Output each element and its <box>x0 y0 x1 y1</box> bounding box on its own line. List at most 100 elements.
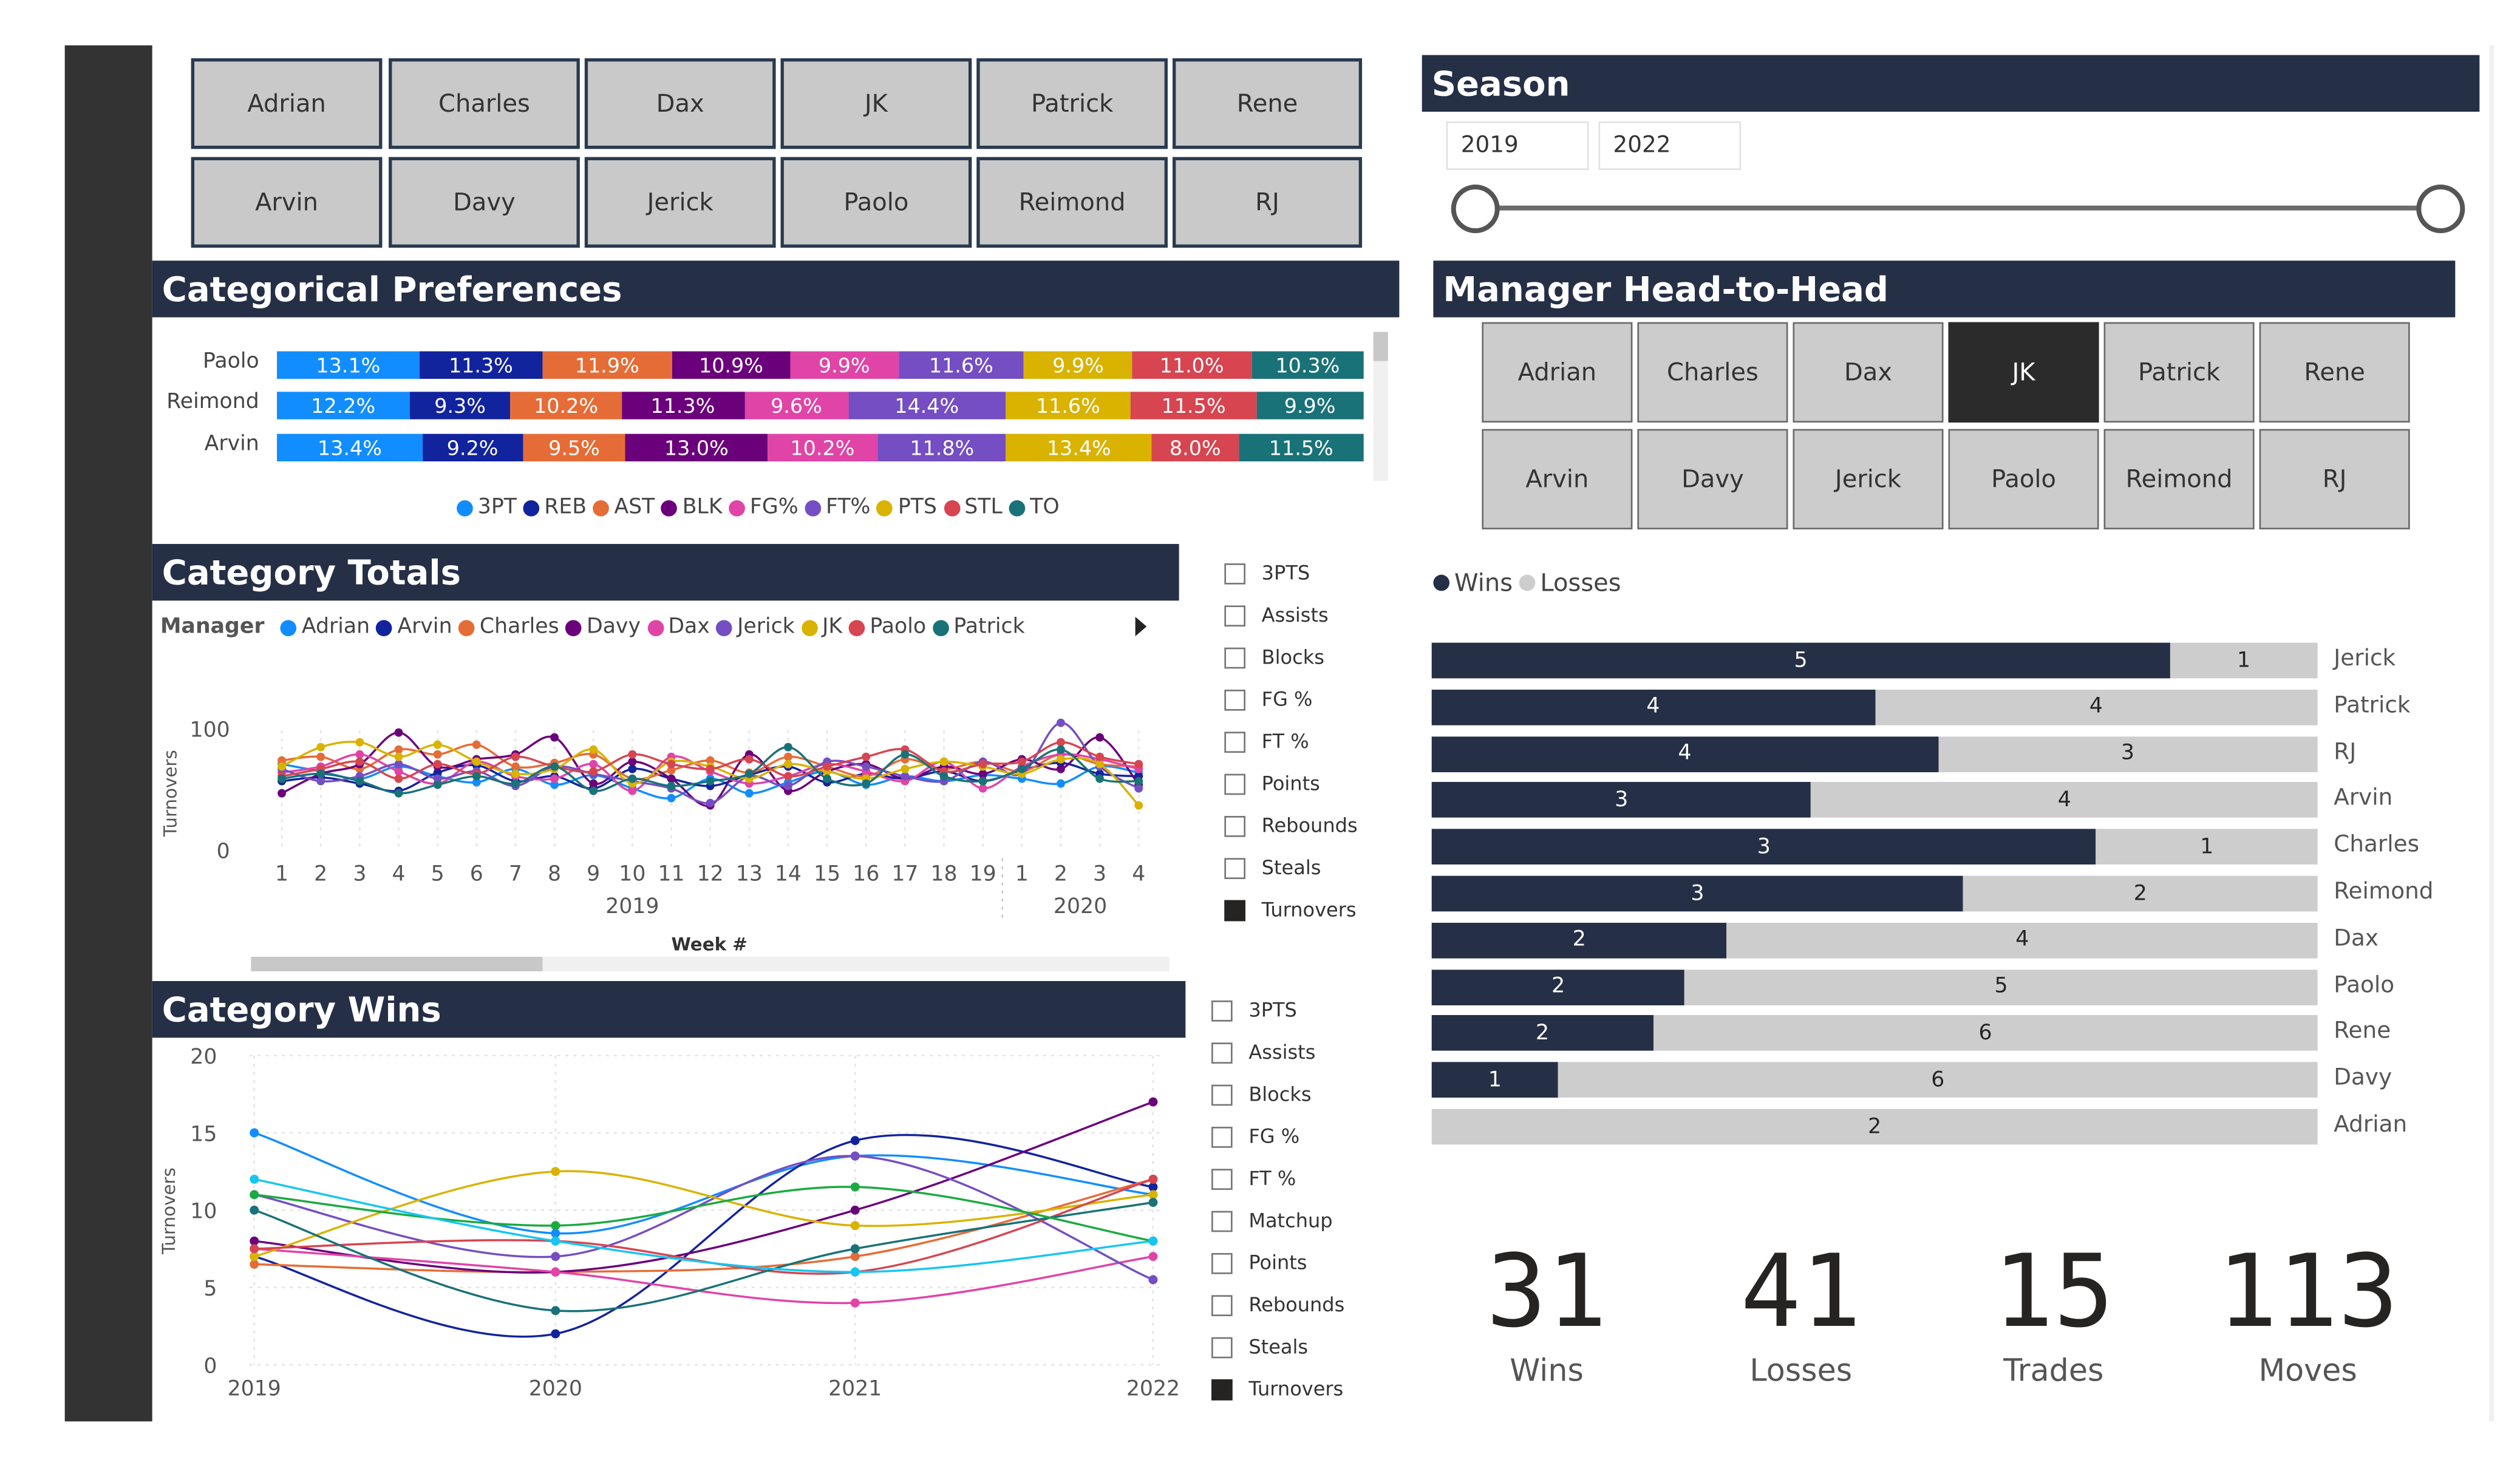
filter-turnovers[interactable]: Turnovers <box>1224 898 1357 921</box>
wins-segment[interactable]: 4 <box>1431 736 1938 772</box>
h2h-button-rene[interactable]: Rene <box>2259 322 2410 423</box>
pref-legend-item[interactable]: FG% <box>729 495 799 520</box>
pref-segment-3pt[interactable]: 13.1% <box>277 351 420 379</box>
filter-fg-[interactable]: FG % <box>1224 688 1312 711</box>
h2h-button-patrick[interactable]: Patrick <box>2103 322 2255 423</box>
checkbox[interactable] <box>1211 1126 1233 1147</box>
data-point[interactable] <box>394 789 403 798</box>
data-point[interactable] <box>316 776 325 786</box>
checkbox[interactable] <box>1211 1210 1233 1232</box>
data-point[interactable] <box>250 1252 259 1262</box>
data-point[interactable] <box>850 1151 860 1161</box>
manager-button-rj[interactable]: RJ <box>1172 157 1363 248</box>
wins-segment[interactable]: 3 <box>1431 783 1811 818</box>
data-point[interactable] <box>628 774 637 783</box>
manager-legend-davy[interactable]: Davy <box>565 615 641 639</box>
data-point[interactable] <box>706 776 715 786</box>
series-line[interactable] <box>254 1248 1154 1305</box>
data-point[interactable] <box>901 772 910 781</box>
manager-button-reimond[interactable]: Reimond <box>976 157 1168 248</box>
season-start-input[interactable]: 2019 <box>1446 121 1589 171</box>
pref-segment-to[interactable]: 9.9% <box>1256 392 1364 419</box>
checkbox[interactable] <box>1211 1168 1233 1189</box>
preferences-scrollbar[interactable] <box>1373 331 1388 481</box>
manager-button-adrian[interactable]: Adrian <box>191 58 383 149</box>
data-point[interactable] <box>628 764 637 773</box>
data-point[interactable] <box>978 776 987 786</box>
data-point[interactable] <box>433 780 442 789</box>
filter-rebounds[interactable]: Rebounds <box>1224 814 1358 837</box>
manager-legend-jk[interactable]: JK <box>801 615 842 639</box>
pref-segment-blk[interactable]: 13.0% <box>625 433 768 462</box>
pref-legend-item[interactable]: FT% <box>805 495 870 520</box>
data-point[interactable] <box>939 757 948 766</box>
data-point[interactable] <box>784 781 792 790</box>
pref-segment-reb[interactable]: 9.3% <box>409 392 511 419</box>
data-point[interactable] <box>850 1136 860 1146</box>
data-point[interactable] <box>550 774 559 783</box>
manager-button-jerick[interactable]: Jerick <box>584 157 776 248</box>
data-point[interactable] <box>1057 718 1065 727</box>
checkbox[interactable] <box>1224 605 1245 626</box>
filter-rebounds[interactable]: Rebounds <box>1211 1294 1344 1316</box>
preferences-scroll-thumb[interactable] <box>1373 331 1388 361</box>
manager-legend-jerick[interactable]: Jerick <box>716 615 795 639</box>
h2h-button-jerick[interactable]: Jerick <box>1793 429 1944 530</box>
data-point[interactable] <box>628 786 637 795</box>
data-point[interactable] <box>667 781 676 790</box>
pref-legend-item[interactable]: AST <box>593 495 655 520</box>
h2h-bar-patrick[interactable]: 44 <box>1431 689 2318 725</box>
pref-segment-reb[interactable]: 11.3% <box>419 351 543 379</box>
data-point[interactable] <box>472 772 481 781</box>
data-point[interactable] <box>355 776 364 786</box>
data-point[interactable] <box>850 1221 860 1231</box>
losses-segment[interactable]: 3 <box>1938 736 2318 772</box>
data-point[interactable] <box>850 1298 860 1308</box>
data-point[interactable] <box>850 1267 860 1277</box>
wins-segment[interactable]: 2 <box>1431 969 1685 1005</box>
losses-segment[interactable]: 5 <box>1684 969 2318 1005</box>
data-point[interactable] <box>551 1252 560 1262</box>
wins-segment[interactable]: 2 <box>1431 922 1728 959</box>
filter-steals[interactable]: Steals <box>1224 857 1321 879</box>
checkbox[interactable] <box>1211 999 1233 1021</box>
data-point[interactable] <box>550 762 559 771</box>
manager-button-davy[interactable]: Davy <box>389 157 580 248</box>
data-point[interactable] <box>862 752 871 761</box>
pref-segment-stl[interactable]: 11.0% <box>1132 351 1252 379</box>
data-point[interactable] <box>939 772 948 781</box>
pref-segment-ftpct[interactable]: 11.6% <box>897 351 1024 379</box>
legend-next-arrow-icon[interactable] <box>1135 617 1147 637</box>
filter-3pts[interactable]: 3PTS <box>1224 562 1310 585</box>
data-point[interactable] <box>1057 764 1065 773</box>
h2h-bar-reimond[interactable]: 32 <box>1431 875 2318 912</box>
filter-matchup[interactable]: Matchup <box>1211 1209 1333 1232</box>
data-point[interactable] <box>1057 755 1065 764</box>
data-point[interactable] <box>394 767 403 776</box>
wins-segment[interactable]: 4 <box>1431 689 1875 725</box>
checkbox[interactable] <box>1211 1336 1233 1358</box>
manager-legend-dax[interactable]: Dax <box>647 615 710 639</box>
checkbox[interactable] <box>1224 899 1245 921</box>
data-point[interactable] <box>433 759 442 769</box>
losses-segment[interactable]: 6 <box>1558 1062 2318 1098</box>
manager-legend-paolo[interactable]: Paolo <box>848 615 926 639</box>
series-line[interactable] <box>254 1101 1154 1274</box>
data-point[interactable] <box>850 1205 860 1215</box>
data-point[interactable] <box>1095 774 1105 783</box>
losses-segment[interactable]: 4 <box>1875 689 2318 725</box>
h2h-button-paolo[interactable]: Paolo <box>1948 429 2099 530</box>
data-point[interactable] <box>1057 745 1065 754</box>
pref-segment-ast[interactable]: 9.5% <box>522 433 626 462</box>
data-point[interactable] <box>250 1236 259 1246</box>
filter-blocks[interactable]: Blocks <box>1224 646 1324 668</box>
data-point[interactable] <box>551 1229 560 1238</box>
data-point[interactable] <box>551 1267 560 1277</box>
checkbox[interactable] <box>1224 857 1245 878</box>
filter-ft-[interactable]: FT % <box>1224 730 1309 753</box>
data-point[interactable] <box>628 757 637 766</box>
pref-segment-ast[interactable]: 10.2% <box>510 392 622 419</box>
losses-segment[interactable]: 4 <box>1727 922 2318 959</box>
filter-ft-[interactable]: FT % <box>1211 1167 1296 1190</box>
data-point[interactable] <box>1148 1275 1158 1285</box>
